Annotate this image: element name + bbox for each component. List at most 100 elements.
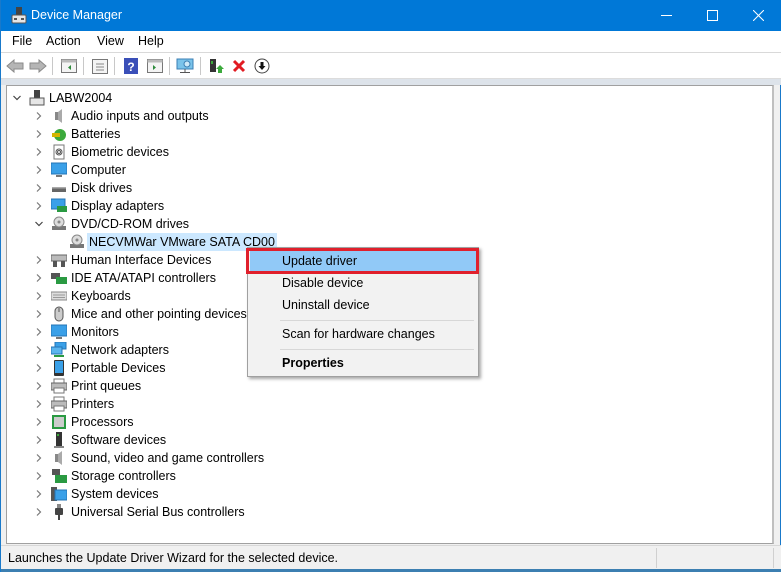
storage-controller-icon	[51, 468, 67, 484]
mouse-icon	[51, 306, 67, 322]
tree-item-label: Software devices	[71, 433, 167, 447]
chevron-right-icon[interactable]	[33, 269, 45, 287]
show-action-pane-button[interactable]	[145, 56, 165, 76]
status-text: Launches the Update Driver Wizard for th…	[8, 551, 339, 565]
update-driver-button[interactable]	[206, 56, 226, 76]
title-bar[interactable]: Device Manager	[1, 0, 781, 31]
chevron-down-icon[interactable]	[11, 89, 23, 107]
chevron-right-icon[interactable]	[33, 107, 45, 125]
tree-item-label: Printers	[71, 397, 115, 411]
chevron-right-icon[interactable]	[33, 251, 45, 269]
arrow-left-icon	[6, 59, 24, 73]
maximize-button[interactable]	[689, 0, 735, 31]
toolbar: ?	[1, 53, 781, 79]
annotation-highlight-box	[246, 248, 479, 274]
tree-item-label: Monitors	[71, 325, 119, 339]
menu-help[interactable]: Help	[138, 34, 164, 48]
hid-icon	[50, 252, 68, 268]
dvd-drive-icon	[51, 216, 67, 232]
monitor-icon	[50, 324, 68, 340]
speaker-icon	[51, 450, 67, 466]
toolbar-separator	[52, 57, 53, 75]
printer-icon	[50, 378, 68, 394]
chevron-right-icon[interactable]	[33, 197, 45, 215]
chevron-right-icon[interactable]	[33, 467, 45, 485]
chevron-right-icon[interactable]	[33, 179, 45, 197]
usb-icon	[51, 504, 67, 520]
tree-item-label: Storage controllers	[71, 469, 176, 483]
chevron-right-icon[interactable]	[33, 395, 45, 413]
tree-item-label: Universal Serial Bus controllers	[71, 505, 245, 519]
computer-icon	[29, 90, 45, 106]
system-device-icon	[51, 486, 68, 502]
speaker-icon	[51, 108, 67, 124]
tree-item-label: Network adapters	[71, 343, 169, 357]
chevron-right-icon[interactable]	[33, 323, 45, 341]
status-bar: Launches the Update Driver Wizard for th…	[1, 545, 781, 569]
disable-device-button[interactable]	[252, 56, 272, 76]
chevron-right-icon[interactable]	[33, 287, 45, 305]
toolbar-separator	[83, 57, 84, 75]
status-pane-divider	[773, 548, 774, 568]
chevron-right-icon[interactable]	[33, 359, 45, 377]
chevron-right-icon[interactable]	[33, 377, 45, 395]
show-hide-console-tree-button[interactable]	[59, 56, 79, 76]
svg-text:?: ?	[127, 60, 134, 74]
back-button[interactable]	[5, 56, 25, 76]
uninstall-device-button[interactable]	[229, 56, 249, 76]
context-item-properties[interactable]: Properties	[250, 352, 476, 374]
tree-item-label: System devices	[71, 487, 159, 501]
context-item-disable-device[interactable]: Disable device	[250, 272, 476, 294]
tree-item-label: Human Interface Devices	[71, 253, 212, 267]
help-icon: ?	[124, 58, 138, 74]
console-tree-icon	[61, 59, 77, 73]
menu-bar: File Action View Help	[1, 31, 781, 53]
chevron-right-icon[interactable]	[33, 161, 45, 179]
tree-item-label: Processors	[71, 415, 134, 429]
tree-item-label: Biometric devices	[71, 145, 169, 159]
tree-item-label: Portable Devices	[71, 361, 166, 375]
processor-icon	[51, 414, 67, 430]
update-driver-icon	[210, 59, 224, 73]
chevron-right-icon[interactable]	[33, 413, 45, 431]
monitor-scan-icon	[176, 58, 194, 73]
context-item-scan-hardware[interactable]: Scan for hardware changes	[250, 323, 476, 345]
context-menu-separator	[280, 320, 474, 321]
properties-button[interactable]	[90, 56, 110, 76]
chevron-right-icon[interactable]	[33, 449, 45, 467]
context-item-uninstall-device[interactable]: Uninstall device	[250, 294, 476, 316]
tree-item-label: IDE ATA/ATAPI controllers	[71, 271, 216, 285]
window-title: Device Manager	[31, 8, 123, 22]
scan-hardware-button[interactable]	[175, 56, 195, 76]
help-button[interactable]: ?	[121, 56, 141, 76]
tree-item-label: Keyboards	[71, 289, 131, 303]
dvd-drive-icon	[69, 234, 85, 250]
software-device-icon	[51, 432, 67, 448]
red-x-icon	[232, 59, 246, 73]
chevron-right-icon[interactable]	[33, 305, 45, 323]
minimize-button[interactable]	[643, 0, 689, 31]
chevron-down-icon[interactable]	[33, 215, 45, 233]
fingerprint-icon	[51, 144, 67, 160]
chevron-right-icon[interactable]	[33, 143, 45, 161]
chevron-right-icon[interactable]	[33, 431, 45, 449]
status-pane-divider	[656, 548, 657, 568]
menu-view[interactable]: View	[97, 34, 124, 48]
computer-icon	[50, 162, 68, 178]
close-button[interactable]	[735, 0, 781, 31]
tree-item-label: Print queues	[71, 379, 142, 393]
tree-item-label: Batteries	[71, 127, 121, 141]
chevron-right-icon[interactable]	[33, 503, 45, 521]
forward-button[interactable]	[28, 56, 48, 76]
tree-item-label: Mice and other pointing devices	[71, 307, 247, 321]
network-adapter-icon	[50, 341, 67, 358]
portable-device-icon	[51, 360, 67, 376]
chevron-right-icon[interactable]	[33, 125, 45, 143]
context-menu-separator	[280, 349, 474, 350]
chevron-right-icon[interactable]	[33, 341, 45, 359]
menu-action[interactable]: Action	[46, 34, 81, 48]
menu-file[interactable]: File	[12, 34, 32, 48]
minimize-icon	[660, 15, 672, 16]
chevron-right-icon[interactable]	[33, 485, 45, 503]
tree-item-label: LABW2004	[49, 91, 113, 105]
